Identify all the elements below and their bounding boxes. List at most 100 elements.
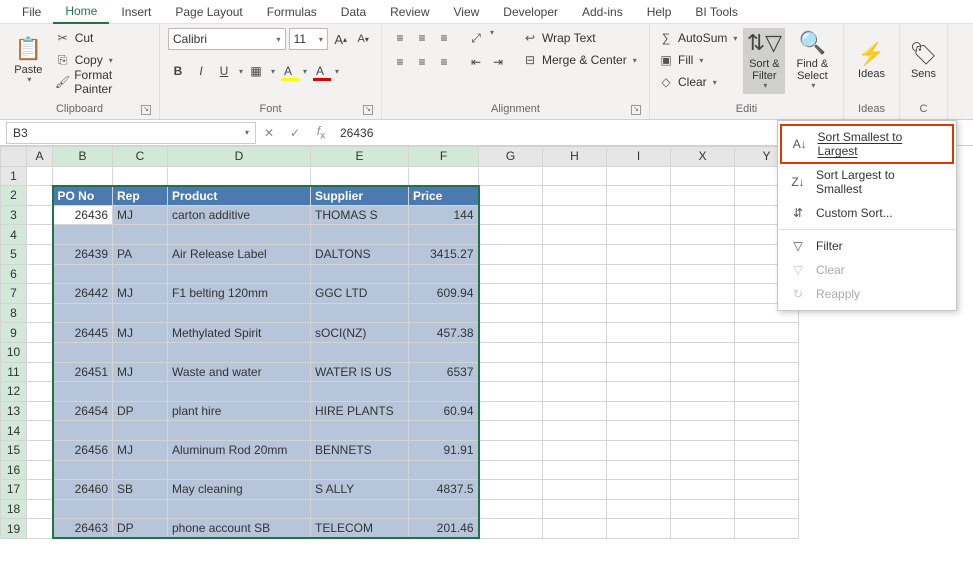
cell[interactable]	[168, 342, 311, 362]
cell[interactable]: 457.38	[409, 323, 479, 343]
cell[interactable]	[168, 421, 311, 441]
cell[interactable]	[27, 401, 53, 421]
cell[interactable]	[607, 186, 671, 206]
cell[interactable]: 26439	[53, 244, 113, 264]
cell[interactable]	[735, 519, 799, 539]
cell[interactable]	[27, 264, 53, 284]
cell[interactable]	[671, 303, 735, 323]
cell[interactable]	[543, 205, 607, 225]
format-painter-button[interactable]: 🖌Format Painter	[55, 72, 151, 92]
cell[interactable]: DALTONS	[311, 244, 409, 264]
row-header[interactable]: 17	[1, 480, 27, 500]
cell[interactable]	[409, 303, 479, 323]
cell[interactable]	[53, 303, 113, 323]
align-top-button[interactable]: ≡	[390, 28, 410, 48]
cell[interactable]	[27, 284, 53, 304]
cell[interactable]: BENNETS	[311, 440, 409, 460]
cell[interactable]	[735, 323, 799, 343]
cell[interactable]	[168, 166, 311, 186]
cell[interactable]	[671, 460, 735, 480]
cell[interactable]: 201.46	[409, 519, 479, 539]
cell[interactable]	[543, 166, 607, 186]
cell[interactable]	[479, 225, 543, 245]
sensitivity-button[interactable]: 🏷 Sens	[908, 28, 939, 94]
cell[interactable]	[735, 342, 799, 362]
font-color-button[interactable]: A	[310, 61, 330, 81]
cell[interactable]	[543, 264, 607, 284]
row-header[interactable]: 4	[1, 225, 27, 245]
cell[interactable]: THOMAS S	[311, 205, 409, 225]
cell[interactable]	[543, 244, 607, 264]
cell[interactable]: 60.94	[409, 401, 479, 421]
cell[interactable]: 26445	[53, 323, 113, 343]
cell[interactable]	[311, 382, 409, 402]
row-header[interactable]: 10	[1, 342, 27, 362]
cell[interactable]	[607, 499, 671, 519]
cell[interactable]	[311, 499, 409, 519]
cell[interactable]	[27, 519, 53, 539]
cell[interactable]	[409, 166, 479, 186]
row-header[interactable]: 15	[1, 440, 27, 460]
dialog-launcher-icon[interactable]: ↘	[141, 105, 151, 115]
cell[interactable]: Waste and water	[168, 362, 311, 382]
cell[interactable]	[479, 342, 543, 362]
cell[interactable]: HIRE PLANTS	[311, 401, 409, 421]
cell[interactable]	[671, 264, 735, 284]
cell[interactable]	[27, 166, 53, 186]
wrap-text-button[interactable]: ↩Wrap Text	[522, 28, 637, 48]
tab-home[interactable]: Home	[53, 0, 109, 24]
cell[interactable]	[671, 244, 735, 264]
column-header-F[interactable]: F	[409, 147, 479, 167]
cell[interactable]	[543, 284, 607, 304]
cell[interactable]	[168, 225, 311, 245]
cell[interactable]: Price	[409, 186, 479, 206]
row-header[interactable]: 19	[1, 519, 27, 539]
cell[interactable]: Product	[168, 186, 311, 206]
tab-file[interactable]: File	[10, 1, 53, 23]
cell[interactable]	[311, 166, 409, 186]
cell[interactable]: 26451	[53, 362, 113, 382]
cell[interactable]	[671, 166, 735, 186]
sort-desc-menuitem[interactable]: Z↓Sort Largest to Smallest	[778, 163, 956, 201]
column-header-B[interactable]: B	[53, 147, 113, 167]
italic-button[interactable]: I	[191, 61, 211, 81]
align-bottom-button[interactable]: ≡	[434, 28, 454, 48]
filter-menuitem[interactable]: ▽Filter	[778, 234, 956, 258]
increase-font-button[interactable]: A▴	[331, 29, 351, 49]
cell[interactable]	[543, 480, 607, 500]
cell[interactable]	[735, 460, 799, 480]
cell[interactable]	[53, 264, 113, 284]
cell[interactable]	[113, 382, 168, 402]
cell[interactable]	[607, 166, 671, 186]
cell[interactable]: SB	[113, 480, 168, 500]
cell[interactable]	[479, 519, 543, 539]
row-header[interactable]: 7	[1, 284, 27, 304]
font-name-select[interactable]: Calibri▾	[168, 28, 286, 50]
cell[interactable]	[27, 382, 53, 402]
cell[interactable]	[168, 460, 311, 480]
cell[interactable]	[543, 421, 607, 441]
cell[interactable]	[607, 205, 671, 225]
cell[interactable]	[671, 205, 735, 225]
cell[interactable]	[735, 440, 799, 460]
dialog-launcher-icon[interactable]: ↘	[631, 105, 641, 115]
sort-filter-button[interactable]: ⇅▽ Sort & Filter▾	[743, 28, 785, 94]
cell[interactable]	[607, 303, 671, 323]
cell[interactable]	[479, 323, 543, 343]
copy-button[interactable]: ⎘Copy▾	[55, 50, 151, 70]
cell[interactable]	[671, 323, 735, 343]
cell[interactable]	[671, 401, 735, 421]
decrease-indent-button[interactable]: ⇤	[466, 52, 486, 72]
cell[interactable]: Aluminum Rod 20mm	[168, 440, 311, 460]
column-header-H[interactable]: H	[543, 147, 607, 167]
cell[interactable]: GGC LTD	[311, 284, 409, 304]
cell[interactable]	[113, 460, 168, 480]
cell[interactable]	[543, 519, 607, 539]
cell[interactable]	[479, 401, 543, 421]
cell[interactable]	[735, 421, 799, 441]
cell[interactable]	[607, 225, 671, 245]
cell[interactable]	[543, 499, 607, 519]
cell[interactable]	[113, 421, 168, 441]
cell[interactable]	[479, 499, 543, 519]
cell[interactable]	[27, 421, 53, 441]
